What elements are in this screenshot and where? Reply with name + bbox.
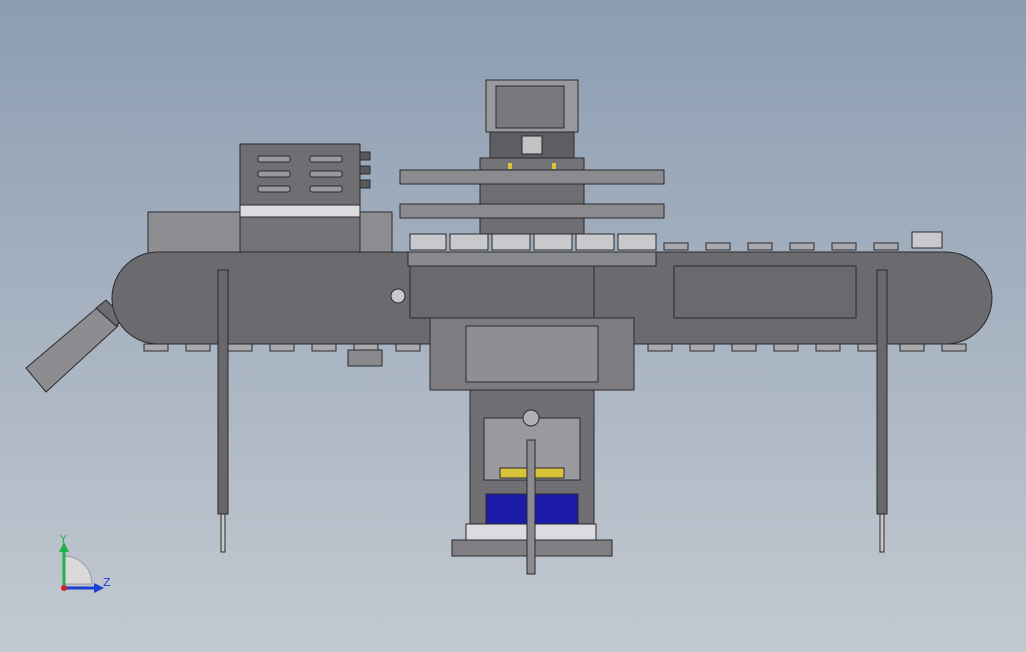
- y-axis-label: Y: [59, 533, 67, 546]
- conveyor-flight: [831, 242, 857, 251]
- conveyor-flight: [311, 343, 337, 352]
- conveyor-flight: [269, 343, 295, 352]
- z-axis-label: Z: [103, 576, 111, 589]
- conveyor-flight: [789, 242, 815, 251]
- conveyor-flight: [705, 242, 731, 251]
- conveyor-flight: [647, 343, 673, 352]
- conveyor-flight: [185, 343, 211, 352]
- conveyor-flight: [689, 343, 715, 352]
- conveyor-flight: [941, 343, 967, 352]
- conveyor-flight: [747, 242, 773, 251]
- triad-origin: [61, 585, 67, 591]
- conveyor-flight: [899, 343, 925, 352]
- conveyor-flight: [395, 343, 421, 352]
- conveyor-flight: [773, 343, 799, 352]
- conveyor-flight: [663, 242, 689, 251]
- sensor-bracket: [347, 349, 383, 367]
- conveyor-flight: [143, 343, 169, 352]
- cad-viewport[interactable]: Y Z: [0, 0, 1026, 652]
- conveyor-flight: [815, 343, 841, 352]
- conveyor-flight: [227, 343, 253, 352]
- conveyor-flight: [873, 242, 899, 251]
- conveyor-flight: [731, 343, 757, 352]
